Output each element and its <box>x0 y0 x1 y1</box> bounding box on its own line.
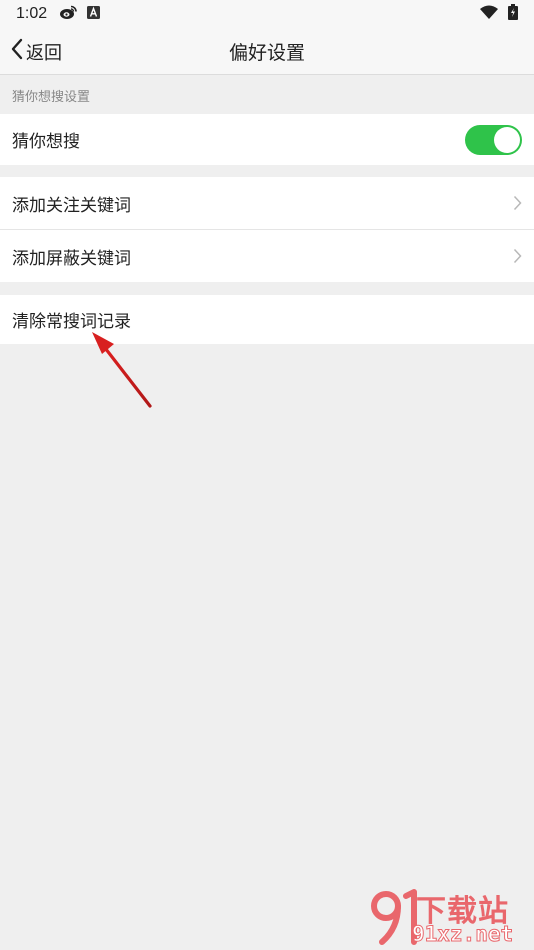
add-follow-keyword-label: 添加关注关键词 <box>12 195 131 216</box>
annotation-arrow-icon <box>88 330 158 414</box>
add-follow-keyword-row[interactable]: 添加关注关键词 <box>0 177 534 229</box>
status-bar: 1:02 <box>0 0 534 28</box>
wifi-icon <box>480 5 498 23</box>
add-block-keyword-row[interactable]: 添加屏蔽关键词 <box>0 230 534 282</box>
a-badge-icon <box>87 5 101 23</box>
weibo-icon <box>59 5 77 24</box>
back-label: 返回 <box>26 42 62 64</box>
guess-search-label: 猜你想搜 <box>12 132 80 152</box>
back-button[interactable]: 返回 <box>10 28 62 75</box>
watermark-91-icon <box>371 889 417 945</box>
chevron-right-icon <box>513 195 522 211</box>
clear-search-history-label: 清除常搜词记录 <box>12 312 131 332</box>
battery-icon <box>508 4 518 24</box>
section-header-guess: 猜你想搜设置 <box>12 89 91 105</box>
chevron-left-icon <box>10 38 24 65</box>
nav-bar: 返回 偏好设置 <box>0 28 534 75</box>
guess-search-row: 猜你想搜 <box>0 114 534 165</box>
page-title: 偏好设置 <box>228 42 305 64</box>
guess-search-toggle[interactable] <box>465 124 522 155</box>
watermark-bottom-text: 91xz.net <box>411 922 514 947</box>
clear-search-history-row[interactable]: 清除常搜词记录 <box>0 295 534 344</box>
watermark-logo: 下载站 91xz.net <box>370 886 530 948</box>
add-block-keyword-label: 添加屏蔽关键词 <box>12 248 131 269</box>
chevron-right-icon <box>513 248 522 264</box>
toggle-knob <box>494 126 520 153</box>
status-time: 1:02 <box>16 5 48 22</box>
